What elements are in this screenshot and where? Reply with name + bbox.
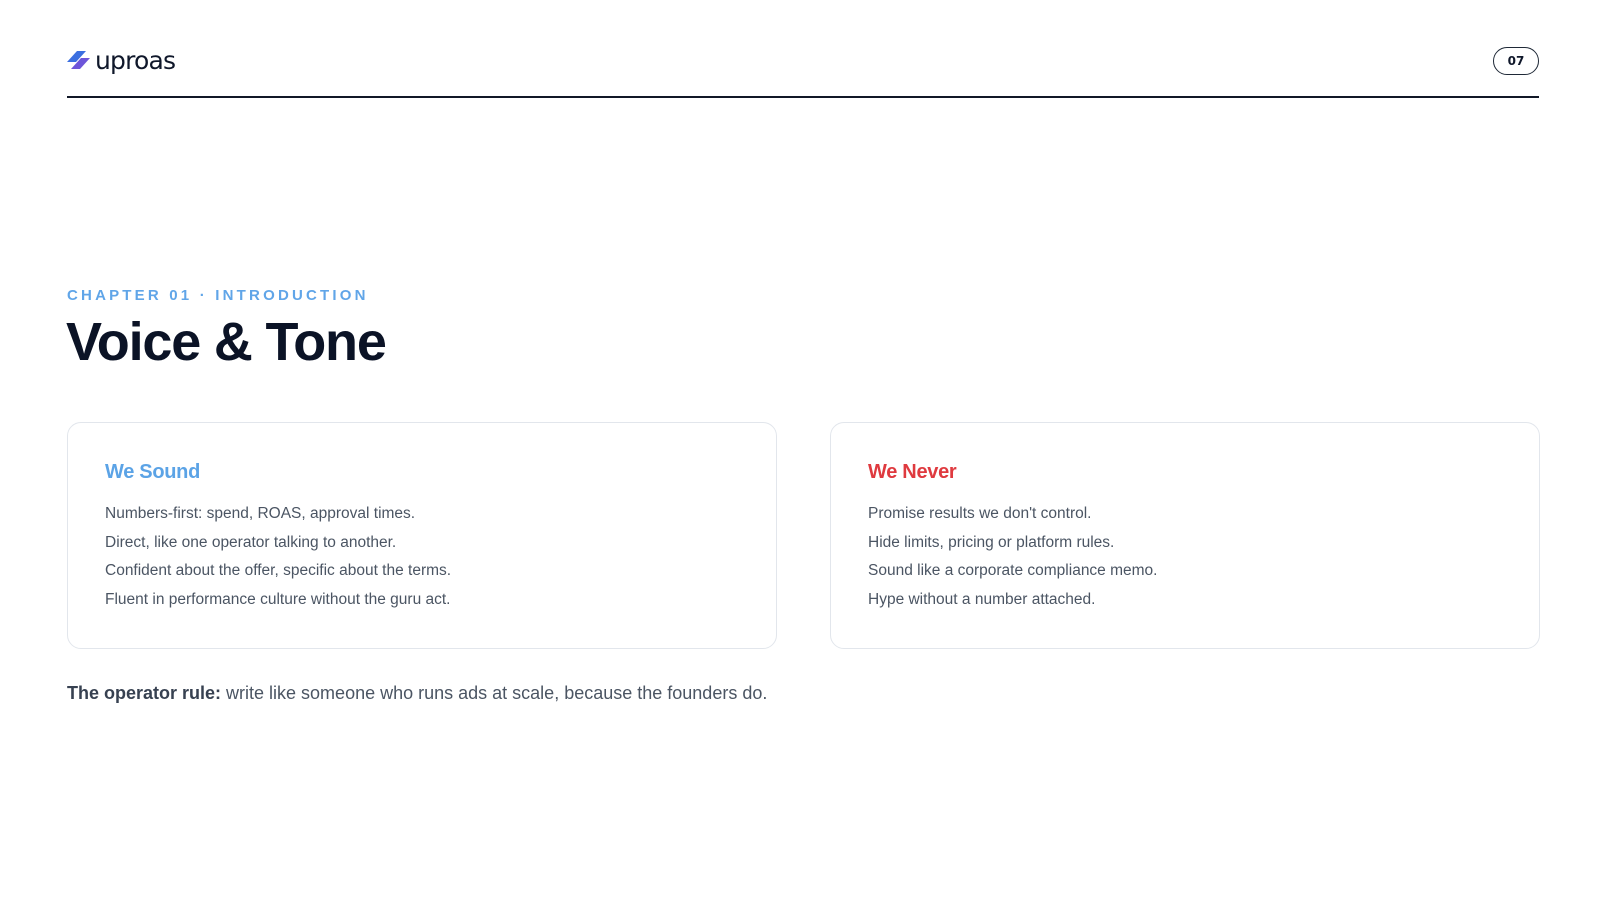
operator-rule-label: The operator rule:	[67, 683, 222, 703]
operator-rule: The operator rule: write like someone wh…	[67, 683, 767, 704]
brand-logo: uproas	[67, 44, 176, 76]
list-item: Direct, like one operator talking to ano…	[105, 533, 397, 551]
we-never-title: We Never	[868, 461, 957, 483]
list-item: Hype without a number attached.	[868, 591, 1096, 609]
list-item: Sound like a corporate compliance memo.	[868, 562, 1158, 580]
we-never-card: We Never Promise results we don't contro…	[830, 422, 1540, 649]
brand-wordmark: uproas	[95, 45, 176, 75]
list-item: Confident about the offer, specific abou…	[105, 562, 452, 580]
list-item: Hide limits, pricing or platform rules.	[868, 533, 1115, 551]
chapter-eyebrow: CHAPTER 01 · INTRODUCTION	[67, 287, 369, 304]
we-sound-card: We Sound Numbers-first: spend, ROAS, app…	[67, 422, 777, 649]
slide-header: uproas 07	[67, 40, 1539, 98]
list-item: Numbers-first: spend, ROAS, approval tim…	[105, 505, 416, 522]
operator-rule-text: write like someone who runs ads at scale…	[221, 683, 768, 703]
slide-page: uproas 07 CHAPTER 01 · INTRODUCTION Voic…	[0, 0, 1600, 900]
page-number-badge: 07	[1493, 47, 1539, 75]
page-title: Voice & Tone	[66, 312, 387, 372]
list-item: Fluent in performance culture without th…	[105, 591, 451, 609]
we-sound-title: We Sound	[105, 461, 201, 483]
we-never-list: Promise results we don't control. Hide l…	[868, 500, 1503, 615]
slash-stripes-logo-icon	[67, 51, 90, 69]
list-item: Promise results we don't control.	[868, 505, 1092, 522]
we-sound-list: Numbers-first: spend, ROAS, approval tim…	[105, 500, 740, 615]
